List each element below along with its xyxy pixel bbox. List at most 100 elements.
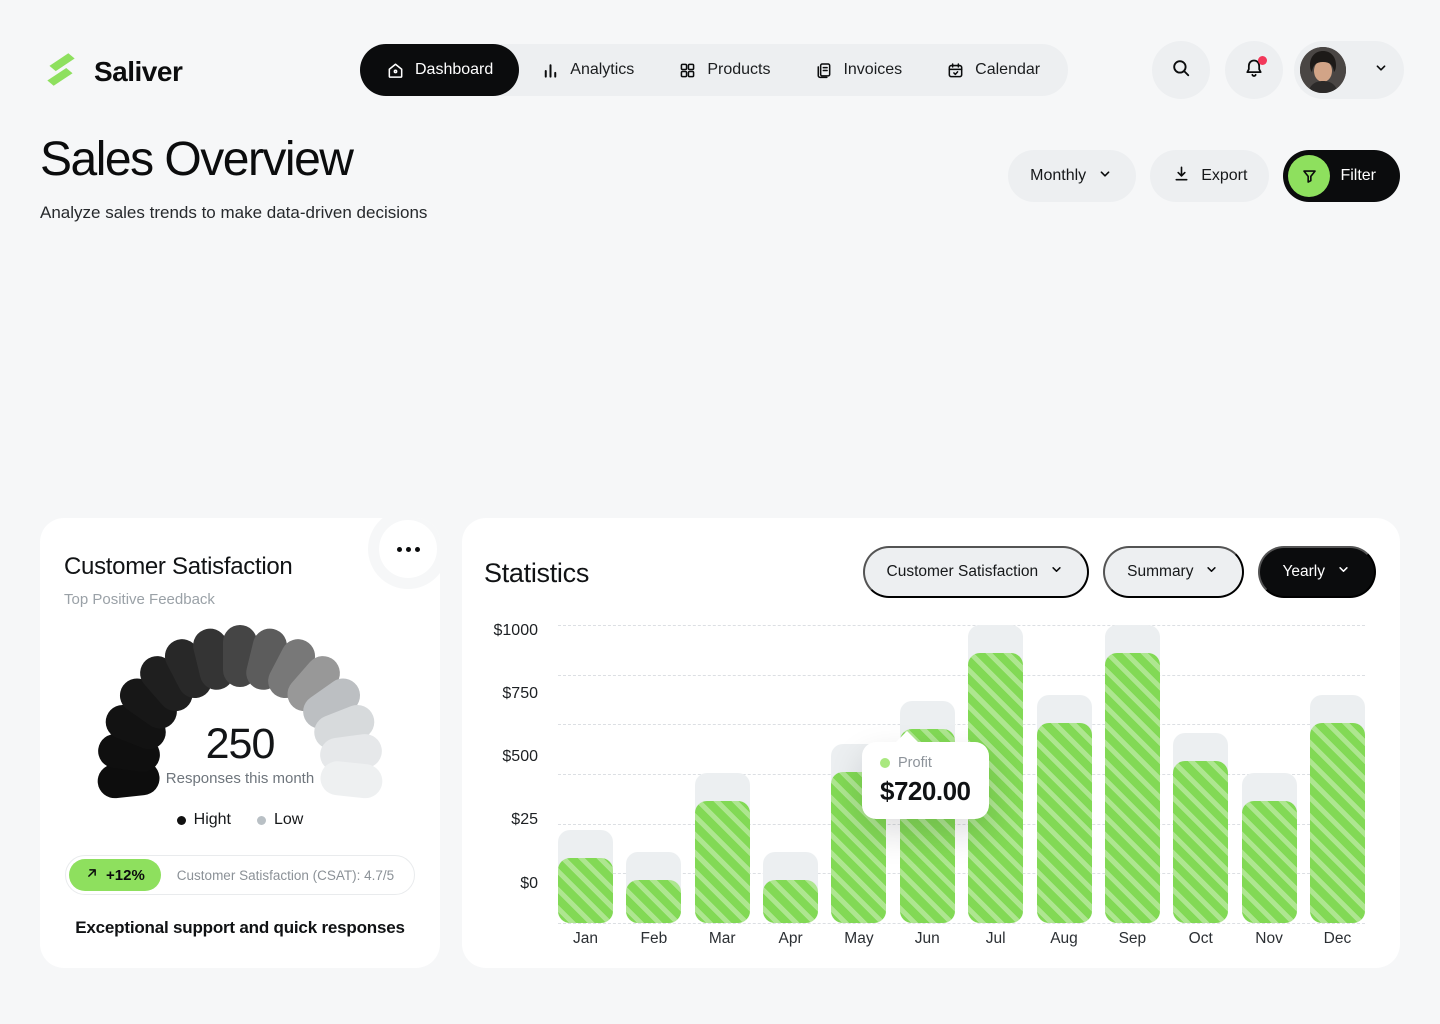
- grid-icon: [678, 61, 697, 80]
- filter-button[interactable]: Filter: [1283, 150, 1400, 202]
- bar-oct[interactable]: [1173, 625, 1228, 923]
- search-button[interactable]: [1152, 41, 1210, 99]
- nav-item-invoices[interactable]: Invoices: [792, 44, 924, 96]
- dashboard-screen: Saliver Dashboard Analytics Products Invoic…: [0, 0, 1440, 1024]
- main-nav: Dashboard Analytics Products Invoices Calend…: [360, 44, 1068, 96]
- bar-aug[interactable]: [1037, 625, 1092, 923]
- x-axis-tick: Jul: [968, 930, 1023, 948]
- filter-label: Summary: [1127, 563, 1193, 581]
- delta-value: +12%: [106, 867, 145, 884]
- x-axis-tick: Nov: [1242, 930, 1297, 948]
- bar-fill: [1037, 723, 1092, 923]
- csat-card-subtitle: Top Positive Feedback: [64, 591, 215, 608]
- calendar-icon: [946, 61, 965, 80]
- export-label: Export: [1201, 167, 1247, 185]
- x-axis-tick: May: [831, 930, 886, 948]
- notifications-button[interactable]: [1225, 41, 1283, 99]
- y-axis-tick: $500: [482, 748, 538, 766]
- y-axis-tick: $25: [482, 811, 538, 829]
- x-axis-labels: JanFebMarAprMayJunJulAugSepOctNovDec: [558, 930, 1365, 948]
- x-axis-tick: Jan: [558, 930, 613, 948]
- brand-name: Saliver: [94, 56, 182, 88]
- bar-chart-icon: [541, 61, 560, 80]
- bar-dec[interactable]: [1310, 625, 1365, 923]
- bar-fill: [1242, 801, 1297, 923]
- search-icon: [1170, 57, 1192, 84]
- bar-fill: [626, 880, 681, 923]
- ellipsis-icon: [397, 547, 420, 552]
- period-label: Monthly: [1030, 167, 1086, 185]
- bar-fill: [763, 880, 818, 923]
- stats-filter-yearly[interactable]: Yearly: [1258, 546, 1376, 598]
- x-axis-tick: Sep: [1105, 930, 1160, 948]
- tooltip-series-label: Profit: [898, 755, 932, 771]
- chevron-down-icon: [1372, 59, 1390, 82]
- stats-filter-summary[interactable]: Summary: [1103, 546, 1244, 598]
- x-axis-tick: Feb: [626, 930, 681, 948]
- user-menu[interactable]: [1294, 41, 1404, 99]
- tooltip-header: Profit: [880, 755, 971, 771]
- bar-jan[interactable]: [558, 625, 613, 923]
- chevron-down-icon: [1335, 561, 1352, 583]
- nav-item-label: Calendar: [975, 61, 1040, 79]
- avatar: [1300, 47, 1346, 93]
- bar-sep[interactable]: [1105, 625, 1160, 923]
- nav-item-label: Dashboard: [415, 61, 493, 79]
- statistics-filters: Customer Satisfaction Summary Yearly: [863, 546, 1376, 598]
- tooltip-arrow: [894, 731, 920, 744]
- bar-feb[interactable]: [626, 625, 681, 923]
- csat-badge-row: +12% Customer Satisfaction (CSAT): 4.7/5: [65, 855, 415, 895]
- period-dropdown[interactable]: Monthly: [1008, 150, 1136, 202]
- chevron-down-icon: [1203, 561, 1220, 583]
- legend-item-hight: Hight: [177, 811, 231, 829]
- bar-nov[interactable]: [1242, 625, 1297, 923]
- legend-dot-icon: [257, 816, 266, 825]
- x-axis-tick: Dec: [1310, 930, 1365, 948]
- tooltip-value: $720.00: [880, 776, 971, 807]
- filter-label: Customer Satisfaction: [887, 563, 1039, 581]
- bar-fill: [558, 858, 613, 923]
- export-button[interactable]: Export: [1150, 150, 1269, 202]
- nav-item-label: Products: [707, 61, 770, 79]
- stats-filter-customer-satisfaction[interactable]: Customer Satisfaction: [863, 546, 1090, 598]
- page-title: Sales Overview: [40, 132, 352, 187]
- home-icon: [386, 61, 405, 80]
- x-axis-tick: Oct: [1173, 930, 1228, 948]
- nav-item-calendar[interactable]: Calendar: [924, 44, 1062, 96]
- nav-item-label: Invoices: [843, 61, 902, 79]
- gauge-legend: Hight Low: [40, 811, 440, 829]
- legend-item-low: Low: [257, 811, 303, 829]
- bar-apr[interactable]: [763, 625, 818, 923]
- card-menu-button[interactable]: [379, 520, 437, 578]
- saliver-logo-icon: [40, 48, 82, 95]
- x-axis-tick: Aug: [1037, 930, 1092, 948]
- delta-badge: +12%: [69, 859, 161, 891]
- filter-label: Filter: [1340, 167, 1376, 185]
- customer-satisfaction-card: Customer Satisfaction Top Positive Feedb…: [40, 518, 440, 968]
- nav-item-products[interactable]: Products: [656, 44, 792, 96]
- csat-score-text: Customer Satisfaction (CSAT): 4.7/5: [177, 868, 394, 883]
- chevron-down-icon: [1096, 165, 1114, 188]
- page-actions: Monthly Export Filter: [1008, 150, 1400, 202]
- bar-fill: [1310, 723, 1365, 923]
- filter-label: Yearly: [1282, 563, 1325, 581]
- y-axis-tick: $0: [482, 875, 538, 893]
- download-icon: [1172, 164, 1191, 188]
- profit-dot-icon: [880, 758, 890, 768]
- arrow-up-right-icon: [85, 866, 99, 884]
- notification-badge: [1258, 56, 1267, 65]
- nav-item-dashboard[interactable]: Dashboard: [360, 44, 519, 96]
- bar-fill: [695, 801, 750, 923]
- nav-item-label: Analytics: [570, 61, 634, 79]
- legend-dot-icon: [177, 816, 186, 825]
- x-axis-tick: Jun: [900, 930, 955, 948]
- bar-fill: [1105, 653, 1160, 923]
- x-axis-tick: Mar: [695, 930, 750, 948]
- bar-mar[interactable]: [695, 625, 750, 923]
- nav-item-analytics[interactable]: Analytics: [519, 44, 656, 96]
- page-subtitle: Analyze sales trends to make data-driven…: [40, 203, 427, 223]
- gauge-value: 250: [40, 720, 440, 769]
- y-axis-labels: $1000$750$500$25$0: [482, 518, 538, 968]
- gridline: [558, 923, 1365, 924]
- legend-label: Hight: [194, 811, 231, 829]
